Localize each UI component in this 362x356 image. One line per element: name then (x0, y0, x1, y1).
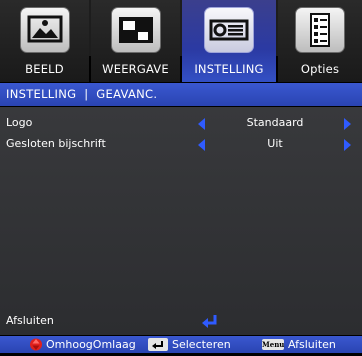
menu-row-logo[interactable]: Logo Standaard (0, 114, 362, 134)
projector-icon (204, 7, 254, 53)
exit-hint: Afsluiten (288, 338, 336, 351)
exit-row[interactable]: Afsluiten (0, 311, 362, 333)
arrow-right-icon[interactable] (344, 139, 351, 151)
tab-label: WEERGAVE (102, 62, 169, 76)
menu-item-value: Standaard (246, 116, 304, 129)
arrow-left-icon[interactable] (198, 118, 205, 130)
tab-instelling[interactable]: INSTELLING (182, 0, 276, 82)
arrow-left-icon[interactable] (198, 139, 205, 151)
menu-row-closed-caption[interactable]: Gesloten bijschrift Uit (0, 135, 362, 155)
menu-item-label: Logo (6, 116, 33, 129)
menu-item-value: Uit (267, 137, 283, 150)
breadcrumb: INSTELLING | GEAVANC. (6, 87, 158, 101)
menu-item-label: Gesloten bijschrift (6, 137, 106, 150)
tab-weergave[interactable]: WEERGAVE (91, 0, 180, 82)
footer-hints: OmhoogOmlaag Selecteren Menu Afsluiten (0, 336, 362, 353)
display-icon (110, 7, 161, 53)
tab-label: BEELD (25, 62, 64, 76)
tab-label: Opties (300, 62, 340, 76)
select-hint: Selecteren (172, 338, 231, 351)
projector-osd-menu: BEELD WEERGAVE INSTELLING Opties INSTELL… (0, 0, 362, 353)
tab-label: INSTELLING (194, 62, 264, 76)
arrow-right-icon[interactable] (344, 118, 351, 130)
picture-icon (19, 7, 70, 53)
section-header: INSTELLING | GEAVANC. (0, 83, 362, 106)
tab-bar: BEELD WEERGAVE INSTELLING Opties (0, 0, 362, 82)
tab-opties[interactable]: Opties (278, 0, 362, 82)
exit-label: Afsluiten (6, 314, 54, 327)
up-down-icon (30, 338, 42, 351)
tab-beeld[interactable]: BEELD (0, 0, 89, 82)
updown-hint: OmhoogOmlaag (46, 338, 136, 351)
options-icon (295, 7, 345, 53)
enter-key-icon (148, 338, 168, 351)
settings-menu: Logo Standaard Gesloten bijschrift Uit (0, 107, 362, 335)
enter-icon (202, 315, 217, 328)
menu-key-icon: Menu (262, 339, 285, 350)
